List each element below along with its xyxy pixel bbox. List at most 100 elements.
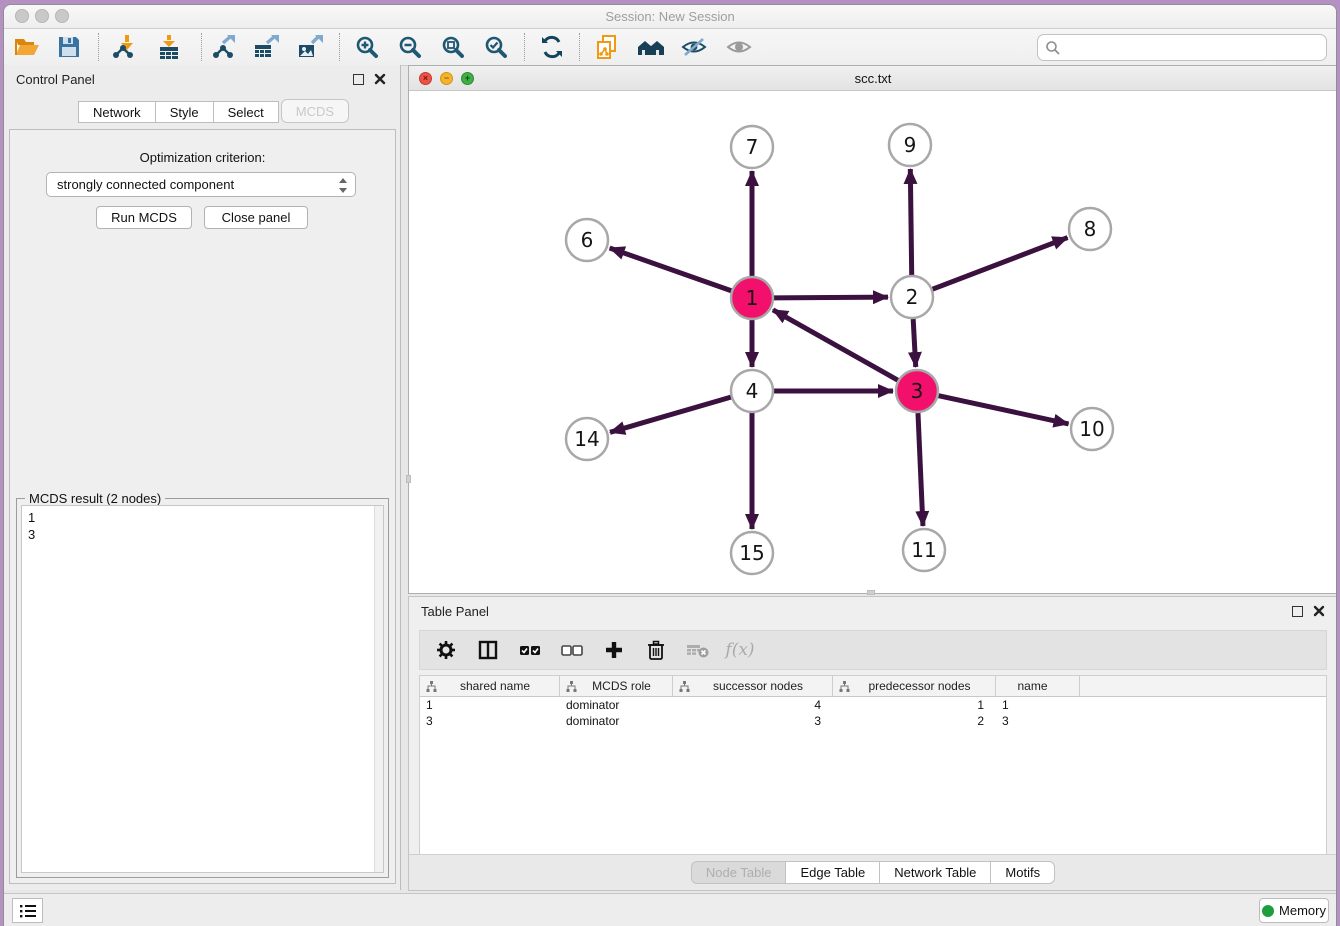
show-column-button[interactable] [476,638,500,662]
search-box[interactable] [1037,34,1327,61]
memory-button[interactable]: Memory [1259,898,1329,923]
zoom-in-button[interactable] [352,32,382,62]
table-toolbar: f(x) [419,630,1327,670]
memory-label: Memory [1279,903,1326,918]
graph-edge-3-10[interactable] [938,396,1068,424]
node-table[interactable]: shared name MCDS role successor nodes pr… [419,675,1327,855]
result-item: 1 [28,509,383,526]
table-row[interactable]: 3 dominator 3 2 3 [420,713,1326,729]
import-table-button[interactable] [154,32,184,62]
export-table-button[interactable] [251,32,281,62]
save-disk-icon [57,35,81,59]
graph-edge-2-8[interactable] [933,238,1068,290]
select-stepper-icon [338,177,348,197]
table-header-row: shared name MCDS role successor nodes pr… [420,676,1326,697]
network-view-window: × − + scc.txt 7968124314101511 [408,65,1337,594]
zoom-out-button[interactable] [395,32,425,62]
tab-edge-table[interactable]: Edge Table [786,861,880,884]
close-panel-icon[interactable] [374,73,386,85]
mcds-result-title: MCDS result (2 nodes) [25,491,165,506]
close-table-panel-icon[interactable] [1313,605,1325,617]
list-icon [19,903,37,919]
zoom-fit-button[interactable] [438,32,468,62]
float-panel-icon[interactable] [353,74,364,85]
tab-style[interactable]: Style [156,101,214,123]
graph-edge-3-11[interactable] [918,413,923,526]
show-all-button[interactable] [724,32,754,62]
graph-node-label: 14 [574,427,599,451]
column-header-mcds-role[interactable]: MCDS role [560,676,673,696]
task-history-button[interactable] [12,898,43,923]
select-all-button[interactable] [518,638,542,662]
first-neighbors-button[interactable] [636,32,666,62]
column-header-shared-name[interactable]: shared name [420,676,560,696]
network-canvas[interactable]: 7968124314101511 [409,91,1337,593]
tab-mcds[interactable]: MCDS [281,99,349,123]
tab-network[interactable]: Network [78,101,156,123]
hierarchy-icon [679,681,690,692]
optimization-criterion-value: strongly connected component [57,177,234,192]
graph-edge-2-9[interactable] [910,169,911,275]
tab-select[interactable]: Select [214,101,279,123]
splitter-handle-vertical[interactable] [406,475,411,483]
graph-node-label: 4 [746,379,759,403]
export-network-icon [210,34,236,60]
import-network-button[interactable] [108,32,138,62]
memory-status-dot [1262,905,1274,917]
table-row[interactable]: 1 dominator 4 1 1 [420,697,1326,713]
import-network-icon [110,34,136,60]
float-table-panel-icon[interactable] [1292,606,1303,617]
status-bar: Memory [4,893,1336,926]
search-input[interactable] [1061,40,1326,55]
table-panel-tabs: Node Table Edge Table Network Table Moti… [409,854,1337,890]
clone-network-icon [594,34,620,60]
hierarchy-icon [426,681,437,692]
close-panel-button[interactable]: Close panel [204,206,308,229]
export-network-button[interactable] [208,32,238,62]
tab-node-table[interactable]: Node Table [691,861,787,884]
open-session-button[interactable] [12,32,42,62]
apply-function-button[interactable]: f(x) [728,638,752,662]
graph-edge-1-2[interactable] [774,297,888,298]
graph-node-label: 8 [1084,217,1097,241]
plus-icon [604,640,624,660]
export-image-button[interactable] [295,32,325,62]
optimization-criterion-select[interactable]: strongly connected component [46,172,356,197]
refresh-view-button[interactable] [537,32,567,62]
delete-column-button[interactable] [644,638,668,662]
result-scrollbar[interactable] [374,506,383,872]
add-column-button[interactable] [602,638,626,662]
hierarchy-icon [566,681,577,692]
graph-node-label: 11 [911,538,936,562]
graph-edge-3-1[interactable] [773,310,898,380]
column-header-name[interactable]: name [996,676,1080,696]
run-mcds-button[interactable]: Run MCDS [96,206,192,229]
graph-node-label: 6 [581,228,594,252]
control-panel-header: Control Panel [4,65,400,93]
graph-edge-2-3[interactable] [913,319,916,367]
table-options-button[interactable] [434,638,458,662]
mcds-result-list[interactable]: 1 3 [21,505,384,873]
column-header-predecessor-nodes[interactable]: predecessor nodes [833,676,996,696]
tab-network-table[interactable]: Network Table [880,861,991,884]
checked-boxes-icon [519,640,541,660]
deselect-all-button[interactable] [560,638,584,662]
column-header-successor-nodes[interactable]: successor nodes [673,676,833,696]
app-window: Session: New Session [3,4,1337,926]
result-item: 3 [28,526,383,543]
graph-node-label: 9 [904,133,917,157]
tab-motifs[interactable]: Motifs [991,861,1055,884]
main-toolbar [4,29,1336,66]
save-session-button[interactable] [54,32,84,62]
delete-table-button[interactable] [686,638,710,662]
splitter-handle-horizontal[interactable] [867,590,875,595]
clone-network-button[interactable] [592,32,622,62]
eye-slash-icon [680,34,708,60]
graph-edge-4-14[interactable] [610,397,731,432]
zoom-in-icon [354,34,380,60]
zoom-selected-button[interactable] [481,32,511,62]
graph-edge-1-6[interactable] [610,248,732,291]
hide-selected-button[interactable] [679,32,709,62]
optimization-criterion-label: Optimization criterion: [10,150,395,165]
open-folder-icon [14,34,40,60]
